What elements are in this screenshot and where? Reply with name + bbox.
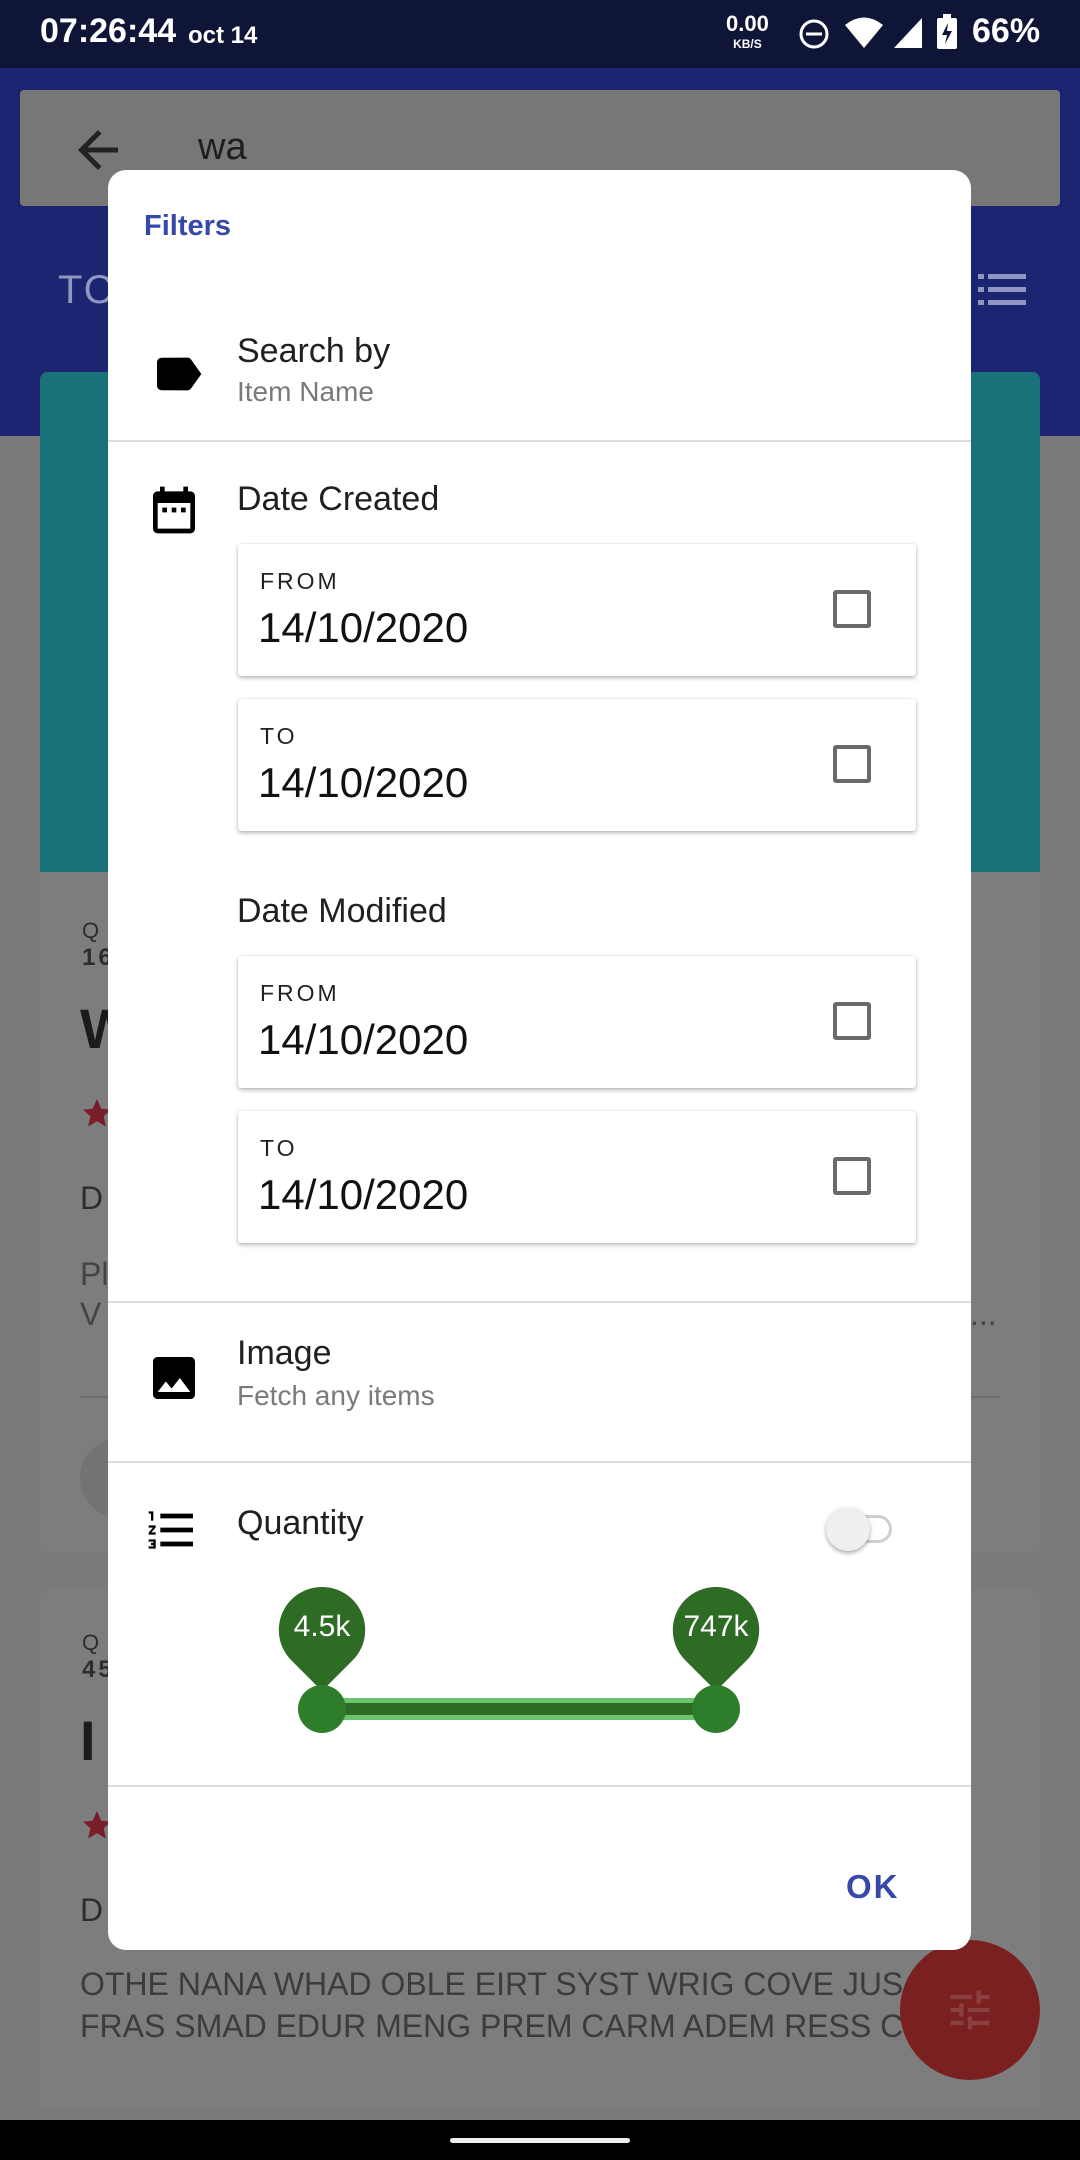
date-to-value[interactable]: 14/10/2020	[258, 759, 468, 807]
filter-fab[interactable]	[900, 1940, 1040, 2080]
card-quantity-label: Q	[82, 1630, 103, 1655]
date-created-from-checkbox[interactable]	[833, 590, 871, 628]
date-modified-from-checkbox[interactable]	[833, 1002, 871, 1040]
card-description-ellipsis: ...	[970, 1296, 997, 1332]
battery-charging-icon	[937, 14, 957, 49]
image-label: Image	[237, 1334, 332, 1372]
date-from-value[interactable]: 14/10/2020	[258, 1016, 468, 1064]
card-description-text: V	[80, 1296, 102, 1332]
card-title: I	[80, 1709, 96, 1772]
date-to-label: TO	[260, 1135, 298, 1161]
divider	[108, 1301, 971, 1303]
divider	[108, 1785, 971, 1787]
status-bar: 07:26:44 oct 14 0.00 KB/S 66%	[0, 0, 1080, 68]
date-modified-to-field[interactable]: TO 14/10/2020	[238, 1111, 916, 1243]
network-speed-unit: KB/S	[733, 37, 762, 51]
date-to-value[interactable]: 14/10/2020	[258, 1171, 468, 1219]
quantity-label: Quantity	[237, 1504, 364, 1542]
image-value: Fetch any items	[237, 1380, 435, 1411]
status-time: 07:26:44	[40, 12, 177, 50]
do-not-disturb-icon	[799, 19, 829, 49]
calendar-icon	[153, 486, 195, 534]
date-created-to-checkbox[interactable]	[833, 745, 871, 783]
quantity-min-thumb[interactable]	[298, 1685, 346, 1733]
dialog-title: Filters	[144, 210, 232, 242]
date-to-label: TO	[260, 723, 298, 749]
status-date: oct 14	[188, 22, 258, 49]
date-modified-to-checkbox[interactable]	[833, 1157, 871, 1195]
date-modified-label: Date Modified	[237, 892, 447, 930]
filters-dialog: Filters Search by Item Name Date Created…	[108, 170, 971, 1950]
network-speed-value: 0.00	[726, 11, 769, 36]
quantity-toggle-thumb[interactable]	[826, 1507, 870, 1551]
image-row[interactable]: Image Fetch any items	[108, 1304, 971, 1460]
ok-button[interactable]: OK	[846, 1868, 900, 1906]
search-by-row[interactable]: Search by Item Name	[108, 318, 971, 438]
card-description-label: D	[80, 1180, 104, 1216]
home-gesture-handle[interactable]	[450, 2138, 630, 2143]
card-description-text: OTHE NANA WHAD OBLE EIRT SYST WRIG COVE …	[80, 1966, 904, 2002]
search-by-value: Item Name	[237, 376, 374, 407]
search-by-label: Search by	[237, 332, 391, 370]
card-quantity-label: Q	[82, 918, 103, 943]
network-speed: 0.00 KB/S	[726, 11, 769, 54]
date-created-from-field[interactable]: FROM 14/10/2020	[238, 544, 916, 676]
cellular-signal-icon	[894, 18, 922, 48]
divider	[108, 1461, 971, 1463]
battery-percent: 66%	[972, 12, 1041, 50]
navigation-bar	[0, 2120, 1080, 2160]
wifi-icon	[845, 17, 883, 48]
card-description-text: FRAS SMAD EDUR MENG PREM CARM ADEM RESS …	[80, 2008, 904, 2044]
date-from-label: FROM	[260, 980, 340, 1006]
list-view-icon[interactable]	[978, 272, 1026, 308]
quantity-max-label: 747k	[683, 1610, 749, 1643]
quantity-min-label: 4.5k	[293, 1610, 351, 1643]
tune-icon	[950, 1990, 990, 2030]
search-input[interactable]: wa	[198, 126, 247, 169]
card-description-text: Pl	[80, 1256, 109, 1292]
date-created-to-field[interactable]: TO 14/10/2020	[238, 699, 916, 831]
image-icon	[153, 1357, 195, 1399]
numbered-list-icon	[148, 1511, 193, 1549]
divider	[108, 440, 971, 442]
date-from-label: FROM	[260, 568, 340, 594]
card-description-label: D	[80, 1892, 104, 1928]
date-created-label: Date Created	[237, 480, 440, 518]
quantity-max-thumb[interactable]	[692, 1685, 740, 1733]
date-modified-from-field[interactable]: FROM 14/10/2020	[238, 956, 916, 1088]
date-from-value[interactable]: 14/10/2020	[258, 604, 468, 652]
quantity-slider-range	[323, 1703, 718, 1715]
label-tag-icon	[157, 357, 202, 391]
